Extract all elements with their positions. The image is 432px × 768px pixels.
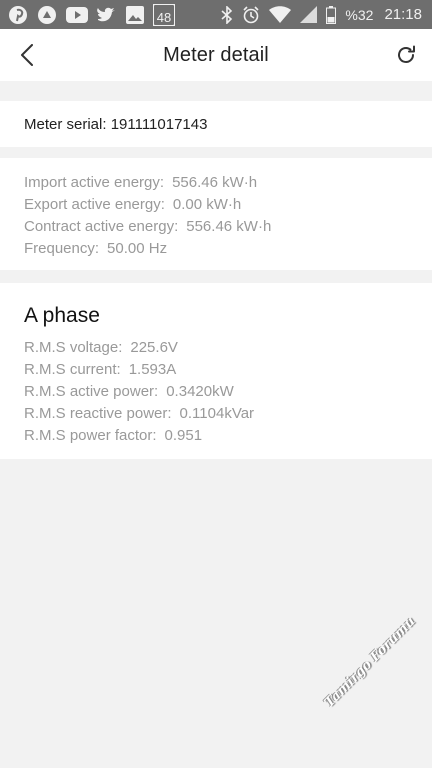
current-value: 1.593A [128, 361, 177, 378]
power-factor-value: 0.951 [164, 427, 203, 444]
phase-card: A phase R.M.S voltage: 225.6V R.M.S curre… [0, 283, 432, 459]
svg-text:48: 48 [157, 10, 171, 25]
frequency-value: 50.00 Hz [107, 240, 168, 257]
alarm-icon [242, 5, 260, 24]
refresh-button[interactable] [392, 41, 420, 69]
current-row: R.M.S current: 1.593A [24, 359, 408, 381]
status-right: %32 21:18 [221, 5, 422, 24]
app-icon [37, 5, 57, 25]
bluetooth-icon [221, 5, 233, 24]
import-energy-row: Import active energy: 556.46 kW·h [24, 172, 408, 194]
power-factor-row: R.M.S power factor: 0.951 [24, 425, 408, 447]
reactive-power-row: R.M.S reactive power: 0.1104kVar [24, 403, 408, 425]
export-energy-label: Export active energy: [24, 196, 165, 213]
reactive-power-value: 0.1104kVar [179, 405, 255, 422]
active-power-row: R.M.S active power: 0.3420kW [24, 381, 408, 403]
battery-percent: %32 [345, 6, 374, 23]
app-header: Meter detail [0, 29, 432, 81]
refresh-icon [395, 44, 417, 66]
contract-energy-value: 556.46 kW·h [186, 218, 272, 235]
wifi-icon [269, 6, 292, 23]
frequency-label: Frequency: [24, 240, 100, 257]
contract-energy-label: Contract active energy: [24, 218, 179, 235]
meter-serial: Meter serial: 191111017143 [24, 115, 208, 133]
current-label: R.M.S current: [24, 361, 121, 378]
active-power-value: 0.3420kW [166, 383, 234, 400]
frequency-row: Frequency: 50.00 Hz [24, 238, 408, 260]
status-bar: 48 %32 21:18 [0, 0, 432, 29]
power-factor-label: R.M.S power factor: [24, 427, 157, 444]
export-energy-value: 0.00 kW·h [172, 196, 242, 213]
chevron-left-icon [20, 44, 34, 66]
active-power-label: R.M.S active power: [24, 383, 159, 400]
status-left: 48 [8, 3, 175, 26]
serial-card: Meter serial: 191111017143 [0, 101, 432, 147]
battery-icon [326, 5, 337, 24]
energy-card: Import active energy: 556.46 kW·h Export … [0, 158, 432, 270]
twitter-icon [97, 6, 117, 24]
watermark: Tamirgo Forumu [322, 614, 419, 711]
status-clock: 21:18 [384, 6, 422, 23]
voltage-value: 225.6V [130, 339, 178, 356]
phase-title: A phase [24, 304, 100, 327]
import-energy-label: Import active energy: [24, 174, 165, 191]
pinterest-icon [8, 5, 28, 25]
reactive-power-label: R.M.S reactive power: [24, 405, 172, 422]
export-energy-row: Export active energy: 0.00 kW·h [24, 194, 408, 216]
back-button[interactable] [14, 41, 40, 69]
signal-icon [300, 6, 318, 23]
page-title: Meter detail [163, 43, 269, 66]
voltage-label: R.M.S voltage: [24, 339, 123, 356]
import-energy-value: 556.46 kW·h [172, 174, 258, 191]
contract-energy-row: Contract active energy: 556.46 kW·h [24, 216, 408, 238]
gallery-icon [126, 5, 144, 24]
youtube-icon [66, 6, 88, 23]
badge-icon: 48 [153, 3, 175, 26]
voltage-row: R.M.S voltage: 225.6V [24, 337, 408, 359]
